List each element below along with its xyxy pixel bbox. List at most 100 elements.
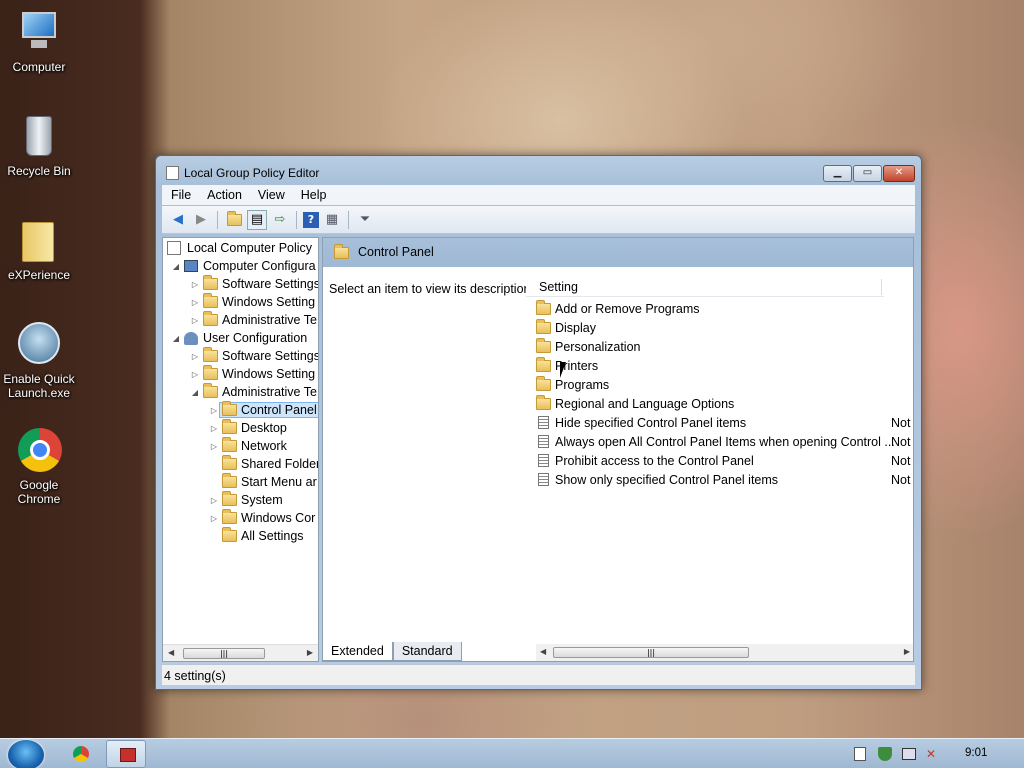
properties-icon[interactable]: ▦	[322, 210, 342, 230]
menu-help[interactable]: Help	[301, 188, 327, 202]
list-item-folder[interactable]: Display	[536, 318, 596, 337]
list-item-policy[interactable]: Prohibit access to the Control Panel Not	[536, 451, 910, 470]
filter-icon[interactable]: ⏷	[355, 210, 375, 230]
expand-arrow-icon[interactable]: ▷	[190, 316, 200, 325]
expand-arrow-icon[interactable]: ▷	[190, 370, 200, 379]
help-icon[interactable]: ?	[303, 211, 319, 228]
scroll-left-icon[interactable]: ◀	[168, 648, 174, 657]
menu-view[interactable]: View	[258, 188, 285, 202]
expand-arrow-icon[interactable]: ▷	[190, 280, 200, 289]
tree-item-user-configuration[interactable]: ◢ User Configuration	[171, 329, 307, 347]
collapse-arrow-icon[interactable]: ◢	[171, 262, 181, 271]
desktop-icon-recycle-bin[interactable]: Recycle Bin	[0, 114, 78, 178]
up-folder-icon[interactable]	[224, 210, 244, 230]
toolbar-separator	[296, 210, 297, 229]
tree-item-system[interactable]: ▷ System	[209, 491, 283, 509]
list-item-policy[interactable]: Always open All Control Panel Items when…	[536, 432, 910, 451]
expand-arrow-icon[interactable]: ▷	[190, 352, 200, 361]
expand-arrow-icon[interactable]: ▷	[209, 442, 219, 451]
tree-pane[interactable]: Local Computer Policy ◢ Computer Configu…	[162, 237, 319, 662]
desktop-icon-google-chrome[interactable]: Google Chrome	[0, 428, 78, 506]
tree-item-network[interactable]: ▷ Network	[209, 437, 287, 455]
export-list-icon[interactable]: ⇨	[270, 210, 290, 230]
tree-item-control-panel[interactable]: ▷ Control Panel	[209, 401, 318, 419]
taskbar-group-policy-editor[interactable]	[106, 740, 146, 768]
scroll-thumb[interactable]: |||	[553, 647, 749, 658]
expand-arrow-icon[interactable]: ▷	[209, 406, 219, 415]
show-hide-tree-icon[interactable]: ▤	[247, 209, 267, 230]
tree-item-windows-settings[interactable]: ▷ Windows Setting	[190, 293, 315, 311]
scroll-left-icon[interactable]: ◀	[540, 647, 546, 656]
expand-arrow-icon[interactable]: ▷	[209, 514, 219, 523]
list-horizontal-scrollbar[interactable]: ◀ ||| ▶	[536, 644, 913, 661]
folder-icon	[222, 419, 237, 434]
menu-file[interactable]: File	[171, 188, 191, 202]
folder-icon	[203, 311, 218, 326]
tree-item-administrative-templates[interactable]: ▷ Administrative Te	[190, 311, 317, 329]
security-shield-icon[interactable]	[878, 747, 892, 761]
tree-item-desktop[interactable]: ▷ Desktop	[209, 419, 287, 437]
taskbar-chrome[interactable]	[60, 740, 100, 768]
desktop-icon-label: eXPerience	[7, 268, 71, 282]
close-button[interactable]: ✕	[883, 165, 915, 182]
list-item-folder[interactable]: Regional and Language Options	[536, 394, 734, 413]
desktop-icon-computer[interactable]: Computer	[0, 10, 78, 74]
settings-list[interactable]: Setting Add or Remove Programs Display P…	[526, 267, 913, 661]
description-text: Select an item to view its description.	[329, 282, 534, 296]
start-button[interactable]	[8, 740, 44, 768]
system-tray: ✕ 9:01	[834, 739, 1024, 768]
folder-icon	[536, 375, 551, 391]
folder-icon	[536, 299, 551, 315]
tab-standard[interactable]: Standard	[392, 642, 462, 661]
list-item-folder[interactable]: Personalization	[536, 337, 640, 356]
maximize-button[interactable]: ▭	[853, 165, 882, 182]
list-item-folder[interactable]: Printers	[536, 356, 598, 375]
folder-icon	[16, 218, 62, 264]
expand-arrow-icon[interactable]: ▷	[209, 424, 219, 433]
tree-item-all-settings[interactable]: All Settings	[209, 527, 304, 545]
tree-item-local-computer-policy[interactable]: Local Computer Policy	[167, 239, 312, 257]
quick-launch-icon	[16, 322, 62, 368]
scroll-right-icon[interactable]: ▶	[904, 647, 910, 656]
menu-action[interactable]: Action	[207, 188, 242, 202]
expand-arrow-icon[interactable]: ▷	[209, 496, 219, 505]
collapse-arrow-icon[interactable]: ◢	[190, 388, 200, 397]
collapse-arrow-icon[interactable]: ◢	[171, 334, 181, 343]
tree-item-software-settings[interactable]: ▷ Software Settings	[190, 275, 318, 293]
scroll-right-icon[interactable]: ▶	[307, 648, 313, 657]
folder-icon	[222, 491, 237, 506]
tree-horizontal-scrollbar[interactable]: ◀ ||| ▶	[163, 644, 318, 661]
policy-setting-icon	[538, 435, 549, 448]
tree-item-start-menu[interactable]: Start Menu ar	[209, 473, 317, 491]
desktop-icon-experience[interactable]: eXPerience	[0, 218, 78, 282]
clock[interactable]: 9:01	[965, 747, 987, 759]
tree-item-windows-components[interactable]: ▷ Windows Cor	[209, 509, 315, 527]
tree-item-shared-folders[interactable]: Shared Folder	[209, 455, 318, 473]
folder-icon	[222, 473, 237, 488]
column-header-setting[interactable]: Setting	[526, 277, 884, 297]
tree-item-computer-configuration[interactable]: ◢ Computer Configura	[171, 257, 316, 275]
policy-state: Not	[891, 472, 911, 487]
folder-icon	[222, 401, 237, 416]
list-item-policy[interactable]: Hide specified Control Panel items Not	[536, 413, 910, 432]
tree-item-software-settings[interactable]: ▷ Software Settings	[190, 347, 318, 365]
action-center-icon[interactable]	[854, 747, 866, 761]
expand-arrow-icon[interactable]: ▷	[190, 298, 200, 307]
forward-icon[interactable]: ▶	[191, 210, 211, 230]
user-config-icon	[184, 331, 198, 345]
desktop-icon-enable-quick-launch[interactable]: Enable Quick Launch.exe	[0, 322, 78, 400]
tab-extended[interactable]: Extended	[322, 642, 393, 661]
network-icon[interactable]	[902, 748, 916, 760]
recycle-bin-icon	[16, 114, 62, 160]
scroll-thumb[interactable]: |||	[183, 648, 265, 659]
folder-icon	[222, 437, 237, 452]
tree-item-administrative-templates[interactable]: ◢ Administrative Te	[190, 383, 317, 401]
list-item-folder[interactable]: Add or Remove Programs	[536, 299, 700, 318]
minimize-button[interactable]: ▁	[823, 165, 852, 182]
folder-icon	[222, 509, 237, 524]
tree-item-windows-settings[interactable]: ▷ Windows Setting	[190, 365, 315, 383]
back-icon[interactable]: ◀	[168, 210, 188, 230]
volume-muted-icon[interactable]: ✕	[926, 747, 936, 761]
list-item-folder[interactable]: Programs	[536, 375, 609, 394]
list-item-policy[interactable]: Show only specified Control Panel items …	[536, 470, 910, 489]
